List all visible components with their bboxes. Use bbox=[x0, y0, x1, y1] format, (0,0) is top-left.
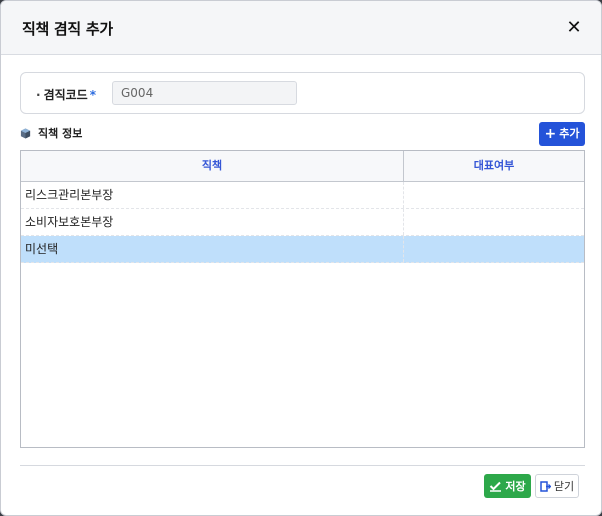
dialog-header: 직책 겸직 추가 ✕ bbox=[1, 1, 601, 55]
add-button[interactable]: + 추가 bbox=[539, 122, 585, 146]
representative-cell[interactable] bbox=[404, 236, 584, 262]
section-title: 직책 정보 bbox=[38, 127, 83, 140]
code-label: 겸직코드 bbox=[43, 88, 88, 102]
code-field[interactable]: G004 bbox=[112, 81, 297, 105]
position-cell: 리스크관리본부장 bbox=[21, 182, 404, 208]
dialog-title: 직책 겸직 추가 bbox=[22, 20, 113, 38]
position-cell: 소비자보호본부장 bbox=[21, 209, 404, 235]
table-row[interactable]: 리스크관리본부장 bbox=[21, 182, 584, 209]
footer-divider bbox=[20, 465, 585, 466]
plus-icon: + bbox=[544, 126, 557, 142]
code-label-wrap: · 겸직코드 * bbox=[36, 86, 96, 103]
cube-icon bbox=[20, 127, 31, 139]
position-cell: 미선택 bbox=[21, 236, 404, 262]
representative-cell[interactable] bbox=[404, 182, 584, 208]
representative-cell[interactable] bbox=[404, 209, 584, 235]
save-check-icon bbox=[490, 481, 502, 492]
column-header-position[interactable]: 직책 bbox=[21, 151, 404, 181]
position-grid: 직책 대표여부 리스크관리본부장 소비자보호본부장 미선택 bbox=[20, 150, 585, 448]
column-header-representative[interactable]: 대표여부 bbox=[404, 151, 584, 181]
close-icon[interactable]: ✕ bbox=[563, 17, 585, 39]
exit-icon bbox=[540, 480, 551, 492]
add-button-label: 추가 bbox=[559, 127, 580, 140]
code-form-box: · 겸직코드 * G004 bbox=[20, 72, 585, 114]
save-button[interactable]: 저장 bbox=[484, 474, 531, 498]
table-row-selected[interactable]: 미선택 bbox=[21, 236, 584, 263]
grid-header-row: 직책 대표여부 bbox=[21, 151, 584, 182]
close-button-label: 닫기 bbox=[553, 480, 575, 493]
dialog: 직책 겸직 추가 ✕ · 겸직코드 * G004 직책 정보 + 추가 직책 대표여… bbox=[0, 0, 602, 516]
save-button-label: 저장 bbox=[505, 480, 526, 493]
section-header: 직책 정보 bbox=[20, 125, 82, 141]
required-mark: * bbox=[89, 88, 97, 102]
close-button[interactable]: 닫기 bbox=[535, 474, 579, 498]
bullet-icon: · bbox=[36, 88, 41, 102]
table-row[interactable]: 소비자보호본부장 bbox=[21, 209, 584, 236]
